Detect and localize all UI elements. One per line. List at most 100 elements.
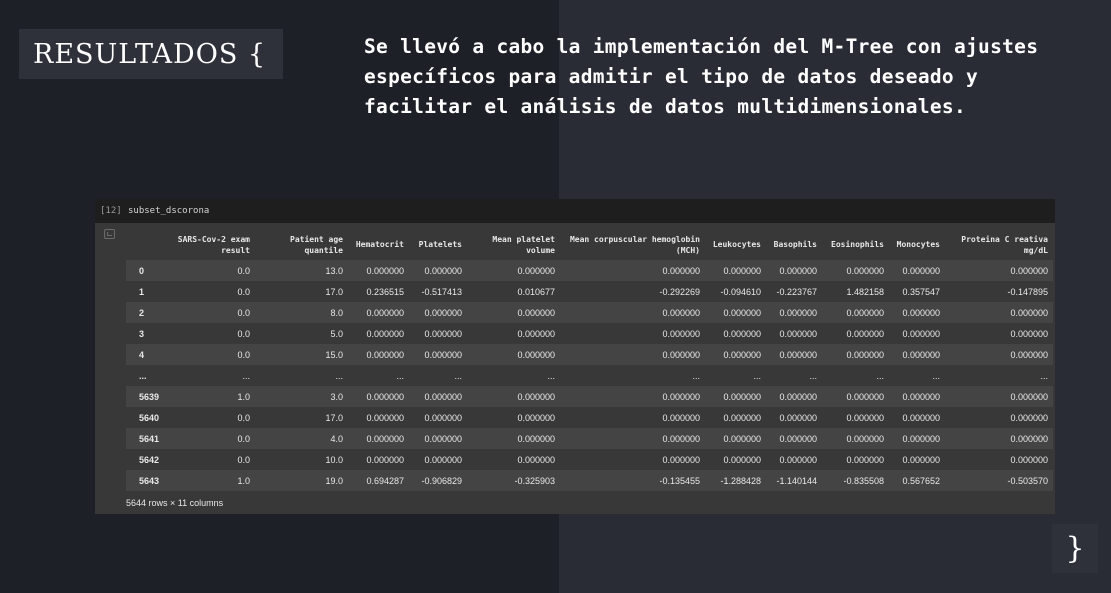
table-cell: 0.000000 xyxy=(846,433,884,444)
table-cell: 0.000000 xyxy=(366,412,404,423)
table-cell: 0.000000 xyxy=(902,433,940,444)
table-cell: 0.000000 xyxy=(424,433,462,444)
table-cell: -0.292269 xyxy=(659,286,700,297)
slide-description: Se llevó a cabo la implementación del M-… xyxy=(364,35,1039,118)
row-index: 5640 xyxy=(139,412,160,423)
table-cell: 0.000000 xyxy=(902,349,940,360)
table-cell: 0.000000 xyxy=(902,412,940,423)
table-cell: 0.000000 xyxy=(1010,265,1048,276)
table-cell: 0.000000 xyxy=(424,265,462,276)
closing-brace-box: } xyxy=(1052,524,1098,573)
column-header: Basophils xyxy=(766,229,822,260)
table-cell: 0.000000 xyxy=(662,412,700,423)
table-cell: 0.000000 xyxy=(723,349,761,360)
table-cell: ... xyxy=(242,370,250,381)
table-row: 5639 1.0 3.0 0.000000 0.000000 0.000000 0.0000… xyxy=(126,386,1053,407)
index-header xyxy=(126,229,166,260)
table-cell: 0.000000 xyxy=(1010,349,1048,360)
slide-title-box: RESULTADOS { xyxy=(19,29,283,79)
table-cell: 0.0 xyxy=(237,286,250,297)
table-cell: 0.000000 xyxy=(846,265,884,276)
table-cell: 0.000000 xyxy=(846,412,884,423)
table-cell: 0.000000 xyxy=(517,412,555,423)
table-cell: -0.135455 xyxy=(659,475,700,486)
table-cell: 0.000000 xyxy=(662,454,700,465)
table-cell: 0.0 xyxy=(237,349,250,360)
table-cell: 0.000000 xyxy=(366,433,404,444)
output-actions-icon[interactable] xyxy=(104,229,115,239)
table-header-row: SARS-Cov-2 exam result Patient age quanti… xyxy=(126,229,1053,260)
table-cell: ... xyxy=(1040,370,1048,381)
table-cell: 0.694287 xyxy=(366,475,404,486)
table-cell: 0.0 xyxy=(237,433,250,444)
table-cell: -0.223767 xyxy=(776,286,817,297)
table-cell: 13.0 xyxy=(325,265,343,276)
notebook-cell[interactable]: [12] subset_dscorona SARS-Cov-2 exam res… xyxy=(95,199,1055,514)
table-cell: 0.000000 xyxy=(1010,328,1048,339)
table-cell: 0.0 xyxy=(237,265,250,276)
column-header: Mean platelet volume xyxy=(467,229,560,260)
table-row: 5643 1.0 19.0 0.694287 -0.906829 -0.325903 -0.… xyxy=(126,470,1053,491)
row-index: 5639 xyxy=(139,391,160,402)
table-cell: 0.000000 xyxy=(846,391,884,402)
table-row: 1 0.0 17.0 0.236515 -0.517413 0.010677 -0.2922… xyxy=(126,281,1053,302)
dataframe-table: SARS-Cov-2 exam result Patient age quanti… xyxy=(126,229,1053,491)
table-cell: 0.0 xyxy=(237,307,250,318)
table-cell: 0.000000 xyxy=(366,307,404,318)
table-cell: ... xyxy=(454,370,462,381)
row-index: 5643 xyxy=(139,475,160,486)
table-cell: 19.0 xyxy=(325,475,343,486)
table-cell: 0.000000 xyxy=(366,265,404,276)
table-cell: 1.0 xyxy=(237,475,250,486)
table-cell: 0.357547 xyxy=(902,286,940,297)
table-cell: 0.000000 xyxy=(517,265,555,276)
table-cell: 0.000000 xyxy=(902,328,940,339)
table-cell: 0.000000 xyxy=(662,307,700,318)
table-row: 5640 0.0 17.0 0.000000 0.000000 0.000000 0.000… xyxy=(126,407,1053,428)
table-row: 5641 0.0 4.0 0.000000 0.000000 0.000000 0.0000… xyxy=(126,428,1053,449)
table-cell: ... xyxy=(335,370,343,381)
table-cell: 0.000000 xyxy=(723,265,761,276)
table-cell: 0.000000 xyxy=(779,433,817,444)
table-cell: 0.000000 xyxy=(846,328,884,339)
row-index: 0 xyxy=(139,265,145,276)
column-header: Monocytes xyxy=(889,229,945,260)
column-header: Patient age quantile xyxy=(255,229,348,260)
table-cell: 0.000000 xyxy=(1010,412,1048,423)
table-cell: 1.482158 xyxy=(846,286,884,297)
row-index: 1 xyxy=(139,286,145,297)
code-input-row[interactable]: [12] subset_dscorona xyxy=(95,199,1055,223)
table-cell: -0.503570 xyxy=(1007,475,1048,486)
table-cell: 0.000000 xyxy=(723,328,761,339)
table-cell: -1.288428 xyxy=(720,475,761,486)
table-cell: 0.000000 xyxy=(517,328,555,339)
table-cell: 0.000000 xyxy=(723,412,761,423)
table-cell: 0.000000 xyxy=(366,454,404,465)
table-cell: 3.0 xyxy=(330,391,343,402)
table-cell: 0.000000 xyxy=(723,391,761,402)
dataframe-shape-label: 5644 rows × 11 columns xyxy=(126,498,224,508)
table-cell: 0.000000 xyxy=(517,454,555,465)
table-body: 0 0.0 13.0 0.000000 0.000000 0.000000 0.000000… xyxy=(126,260,1053,491)
table-cell: 0.000000 xyxy=(902,391,940,402)
table-cell: 0.000000 xyxy=(424,328,462,339)
table-cell: -0.906829 xyxy=(421,475,462,486)
table-row: 4 0.0 15.0 0.000000 0.000000 0.000000 0.000000… xyxy=(126,344,1053,365)
column-header: Proteina C reativa mg/dL xyxy=(945,229,1053,260)
table-cell: 0.000000 xyxy=(902,454,940,465)
table-cell: 0.000000 xyxy=(846,349,884,360)
table-cell: 0.000000 xyxy=(517,391,555,402)
code-text[interactable]: subset_dscorona xyxy=(128,206,209,216)
table-cell: 0.000000 xyxy=(1010,454,1048,465)
column-header: Mean corpuscular hemoglobin (MCH) xyxy=(560,229,705,260)
table-cell: -0.147895 xyxy=(1007,286,1048,297)
table-cell: 0.000000 xyxy=(424,349,462,360)
table-cell: ... xyxy=(809,370,817,381)
table-cell: 0.000000 xyxy=(846,454,884,465)
table-cell: 0.0 xyxy=(237,454,250,465)
table-row: 0 0.0 13.0 0.000000 0.000000 0.000000 0.000000… xyxy=(126,260,1053,281)
table-cell: 0.000000 xyxy=(723,307,761,318)
table-cell: 0.000000 xyxy=(366,391,404,402)
row-index: 5642 xyxy=(139,454,160,465)
table-cell: 0.000000 xyxy=(662,433,700,444)
